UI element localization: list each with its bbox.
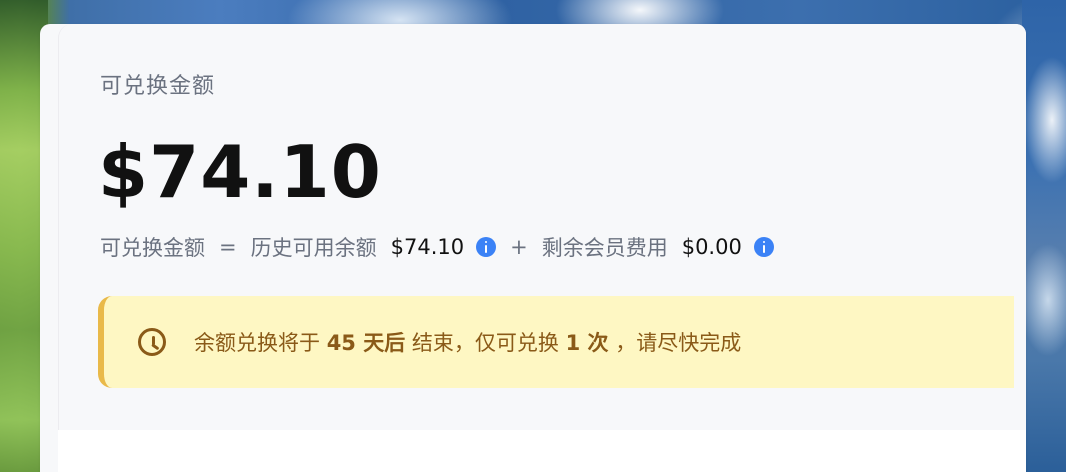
redeemable-amount-card: 可兑换金额 $74.10 可兑换金额 = 历史可用余额 $74.10 + 剩余会… xyxy=(40,24,1026,472)
redeemable-formula: 可兑换金额 = 历史可用余额 $74.10 + 剩余会员费用 $0.00 xyxy=(100,232,774,262)
info-icon[interactable] xyxy=(753,237,774,257)
redeem-deadline-notice: 余额兑换将于 45 天后 结束，仅可兑换 1 次 ，请尽快完成 xyxy=(98,296,1014,388)
card-bottom-section xyxy=(58,430,1026,472)
background-right-landscape xyxy=(1022,0,1066,472)
formula-plus: + xyxy=(510,235,528,259)
formula-term2-label: 剩余会员费用 xyxy=(541,236,668,260)
redeemable-amount-title: 可兑换金额 xyxy=(100,74,216,99)
clock-icon xyxy=(138,328,166,356)
notice-text: 余额兑换将于 45 天后 结束，仅可兑换 1 次 ，请尽快完成 xyxy=(194,327,741,357)
redeemable-amount-value: $74.10 xyxy=(98,130,382,214)
notice-prefix: 余额兑换将于 xyxy=(194,331,327,355)
notice-times: 1 次 xyxy=(565,331,609,355)
notice-middle: 结束，仅可兑换 xyxy=(411,331,566,355)
info-icon[interactable] xyxy=(476,237,497,257)
formula-term1-label: 历史可用余额 xyxy=(250,236,377,260)
notice-suffix: ，请尽快完成 xyxy=(615,331,742,355)
formula-term2-value: $0.00 xyxy=(681,235,742,259)
screen: 可兑换金额 $74.10 可兑换金额 = 历史可用余额 $74.10 + 剩余会… xyxy=(0,0,1066,472)
formula-left-label: 可兑换金额 xyxy=(100,236,205,260)
formula-equals: = xyxy=(219,235,237,259)
formula-term1-value: $74.10 xyxy=(390,235,465,259)
notice-days: 45 天后 xyxy=(326,331,406,355)
